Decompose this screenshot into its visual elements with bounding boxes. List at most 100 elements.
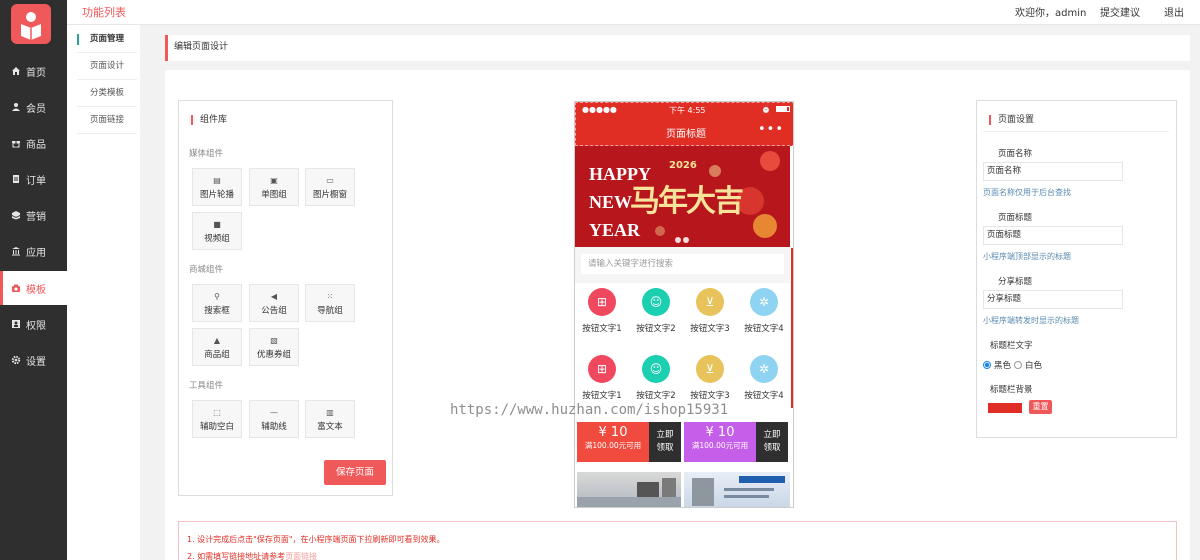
coupon-claim-button[interactable]: 立即 领取: [649, 422, 681, 462]
banner-image[interactable]: HAPPY NEW YEAR 2026 马年大吉: [575, 146, 790, 247]
titlebar-bg-color-picker[interactable]: [988, 403, 1022, 413]
nav-button-7[interactable]: ⊻ 按钮文字3: [683, 355, 737, 401]
gear-icon: ✲: [750, 288, 778, 316]
alarm-icon: ⏰: [761, 105, 771, 114]
comp-label: 商品组: [204, 350, 230, 360]
nav-button-6[interactable]: ☺ 按钮文字2: [629, 355, 683, 401]
search-icon: ⚲: [214, 292, 220, 301]
sidebar-item-home[interactable]: 首页: [0, 54, 67, 88]
save-page-button[interactable]: 保存页面: [324, 460, 386, 485]
share-title-label: 分享标题: [998, 277, 1033, 287]
component-library-panel: 组件库 媒体组件 ▤ 图片轮播 ▣ 单图组 ▭ 图片橱窗 ■ 视频组 商城组件 ⚲ 搜索框…: [178, 100, 393, 496]
sidebar-item-settings[interactable]: 设置: [0, 343, 67, 377]
line-icon: —: [270, 408, 278, 417]
comp-single-image[interactable]: ▣ 单图组: [249, 168, 299, 206]
app-logo[interactable]: [11, 4, 51, 44]
phone-search-bar: 请输入关键字进行搜索: [575, 247, 790, 283]
promo-image-2[interactable]: [684, 472, 790, 507]
video-icon: ■: [213, 220, 221, 229]
nav-button-label: 按钮文字3: [690, 391, 730, 401]
comp-coupon[interactable]: ▧ 优惠券组: [249, 328, 299, 366]
radio-black-label: 黑色: [994, 361, 1012, 371]
coupon-condition: 满100.00元可用: [691, 441, 749, 450]
nav-button-2[interactable]: ☺ 按钮文字2: [629, 288, 683, 334]
nav-button-label: 按钮文字4: [744, 391, 784, 401]
comp-image-carousel[interactable]: ▤ 图片轮播: [192, 168, 242, 206]
page-title-input[interactable]: 页面标题: [983, 226, 1123, 245]
nav-button-3[interactable]: ⊻ 按钮文字3: [683, 288, 737, 334]
nav-button-4[interactable]: ✲ 按钮文字4: [737, 288, 791, 334]
feedback-link[interactable]: 提交建议: [1100, 4, 1140, 19]
coupon-value: ¥ 10 满100.00元可用: [684, 422, 756, 462]
reset-color-button[interactable]: 重置: [1029, 400, 1052, 414]
comp-search[interactable]: ⚲ 搜索框: [192, 284, 242, 322]
radio-white[interactable]: [1014, 361, 1023, 369]
home-icon: [12, 67, 20, 75]
sidebar-item-order[interactable]: 订单: [0, 162, 67, 196]
blank-icon: ⬚: [213, 408, 221, 417]
titlebar-text-label: 标题栏文字: [990, 341, 1033, 351]
comp-navigation[interactable]: ⁙ 导航组: [305, 284, 355, 322]
page-link[interactable]: 页面链接: [285, 552, 317, 560]
order-icon: [13, 175, 19, 183]
carousel-dot[interactable]: [683, 237, 689, 243]
page-heading: 编辑页面设计: [165, 35, 1190, 61]
sidebar-item-marketing[interactable]: 营销: [0, 198, 67, 232]
coupon-card-2[interactable]: ¥ 10 满100.00元可用 立即 领取: [684, 422, 788, 462]
subnav-page-manage[interactable]: 页面管理: [77, 26, 137, 53]
camera-icon: [12, 284, 20, 292]
subnav-category-template[interactable]: 分类模板: [77, 80, 137, 107]
image-carousel-icon: ▤: [213, 176, 221, 185]
promo-image-1[interactable]: [577, 472, 681, 507]
comp-divider[interactable]: — 辅助线: [249, 400, 299, 438]
sidebar: 首页 会员 商品 订单 营销 应用 模板 权限 设置: [0, 0, 67, 560]
subnav-page-link[interactable]: 页面链接: [77, 107, 137, 134]
comp-image-window[interactable]: ▭ 图片橱窗: [305, 168, 355, 206]
carousel-dots[interactable]: [675, 236, 691, 246]
welcome-text: 欢迎你，admin: [1015, 8, 1087, 19]
logout-link[interactable]: 退出: [1164, 4, 1184, 19]
comp-label: 公告组: [261, 306, 287, 316]
bag-icon: ▲: [213, 336, 221, 345]
comp-rich-text[interactable]: ▥ 富文本: [305, 400, 355, 438]
nav-button-5[interactable]: ⊞ 按钮文字1: [575, 355, 629, 401]
sidebar-item-label: 模板: [26, 284, 46, 296]
coupon-card-1[interactable]: ¥ 10 满100.00元可用 立即 领取: [577, 422, 681, 462]
comp-label: 辅助空白: [199, 422, 234, 432]
comp-label: 图片轮播: [199, 190, 234, 200]
comp-video[interactable]: ■ 视频组: [192, 212, 242, 250]
grid-icon: ⊞: [588, 288, 616, 316]
scroll-thumb[interactable]: [791, 248, 793, 408]
sidebar-item-apps[interactable]: 应用: [0, 234, 67, 268]
page-name-help: 页面名称仅用于后台查找: [983, 188, 1071, 197]
announcement-icon: ◀: [270, 292, 278, 301]
settings-title: 页面设置: [989, 115, 1034, 125]
coupon-claim-button[interactable]: 立即 领取: [756, 422, 788, 462]
comp-product[interactable]: ▲ 商品组: [192, 328, 242, 366]
phone-title-bar[interactable]: ●●●●● 下午 4:55 ⏰ 页面标题 •••: [575, 102, 793, 146]
comp-blank[interactable]: ⬚ 辅助空白: [192, 400, 242, 438]
sidebar-item-permission[interactable]: 权限: [0, 307, 67, 341]
radio-black[interactable]: [983, 361, 991, 369]
grid-icon: ⁙: [326, 292, 334, 301]
nav-button-1[interactable]: ⊞ 按钮文字1: [575, 288, 629, 334]
top-bar: 功能列表 欢迎你，admin 提交建议 退出: [67, 0, 1200, 25]
comp-label: 优惠券组: [256, 350, 291, 360]
sidebar-item-product[interactable]: 商品: [0, 126, 67, 160]
sidebar-item-template[interactable]: 模板: [0, 271, 67, 305]
comp-announcement[interactable]: ◀ 公告组: [249, 284, 299, 322]
notice-line-2: 2. 如需填写链接地址请参考页面链接: [187, 551, 317, 560]
banner-main-text: 马年大吉: [630, 184, 744, 219]
share-title-input[interactable]: 分享标题: [983, 290, 1123, 309]
nav-button-8[interactable]: ✲ 按钮文字4: [737, 355, 791, 401]
phone-scrollbar[interactable]: [790, 246, 793, 507]
carousel-dot[interactable]: [675, 237, 681, 243]
page-name-input[interactable]: 页面名称: [983, 162, 1123, 181]
sidebar-item-member[interactable]: 会员: [0, 90, 67, 124]
gift-icon: [12, 141, 20, 148]
sidebar-item-label: 首页: [26, 67, 46, 79]
nav-button-label: 按钮文字1: [582, 391, 622, 401]
phone-search-input[interactable]: 请输入关键字进行搜索: [581, 254, 784, 274]
comp-label: 辅助线: [261, 422, 287, 432]
subnav-page-design[interactable]: 页面设计: [77, 53, 137, 80]
